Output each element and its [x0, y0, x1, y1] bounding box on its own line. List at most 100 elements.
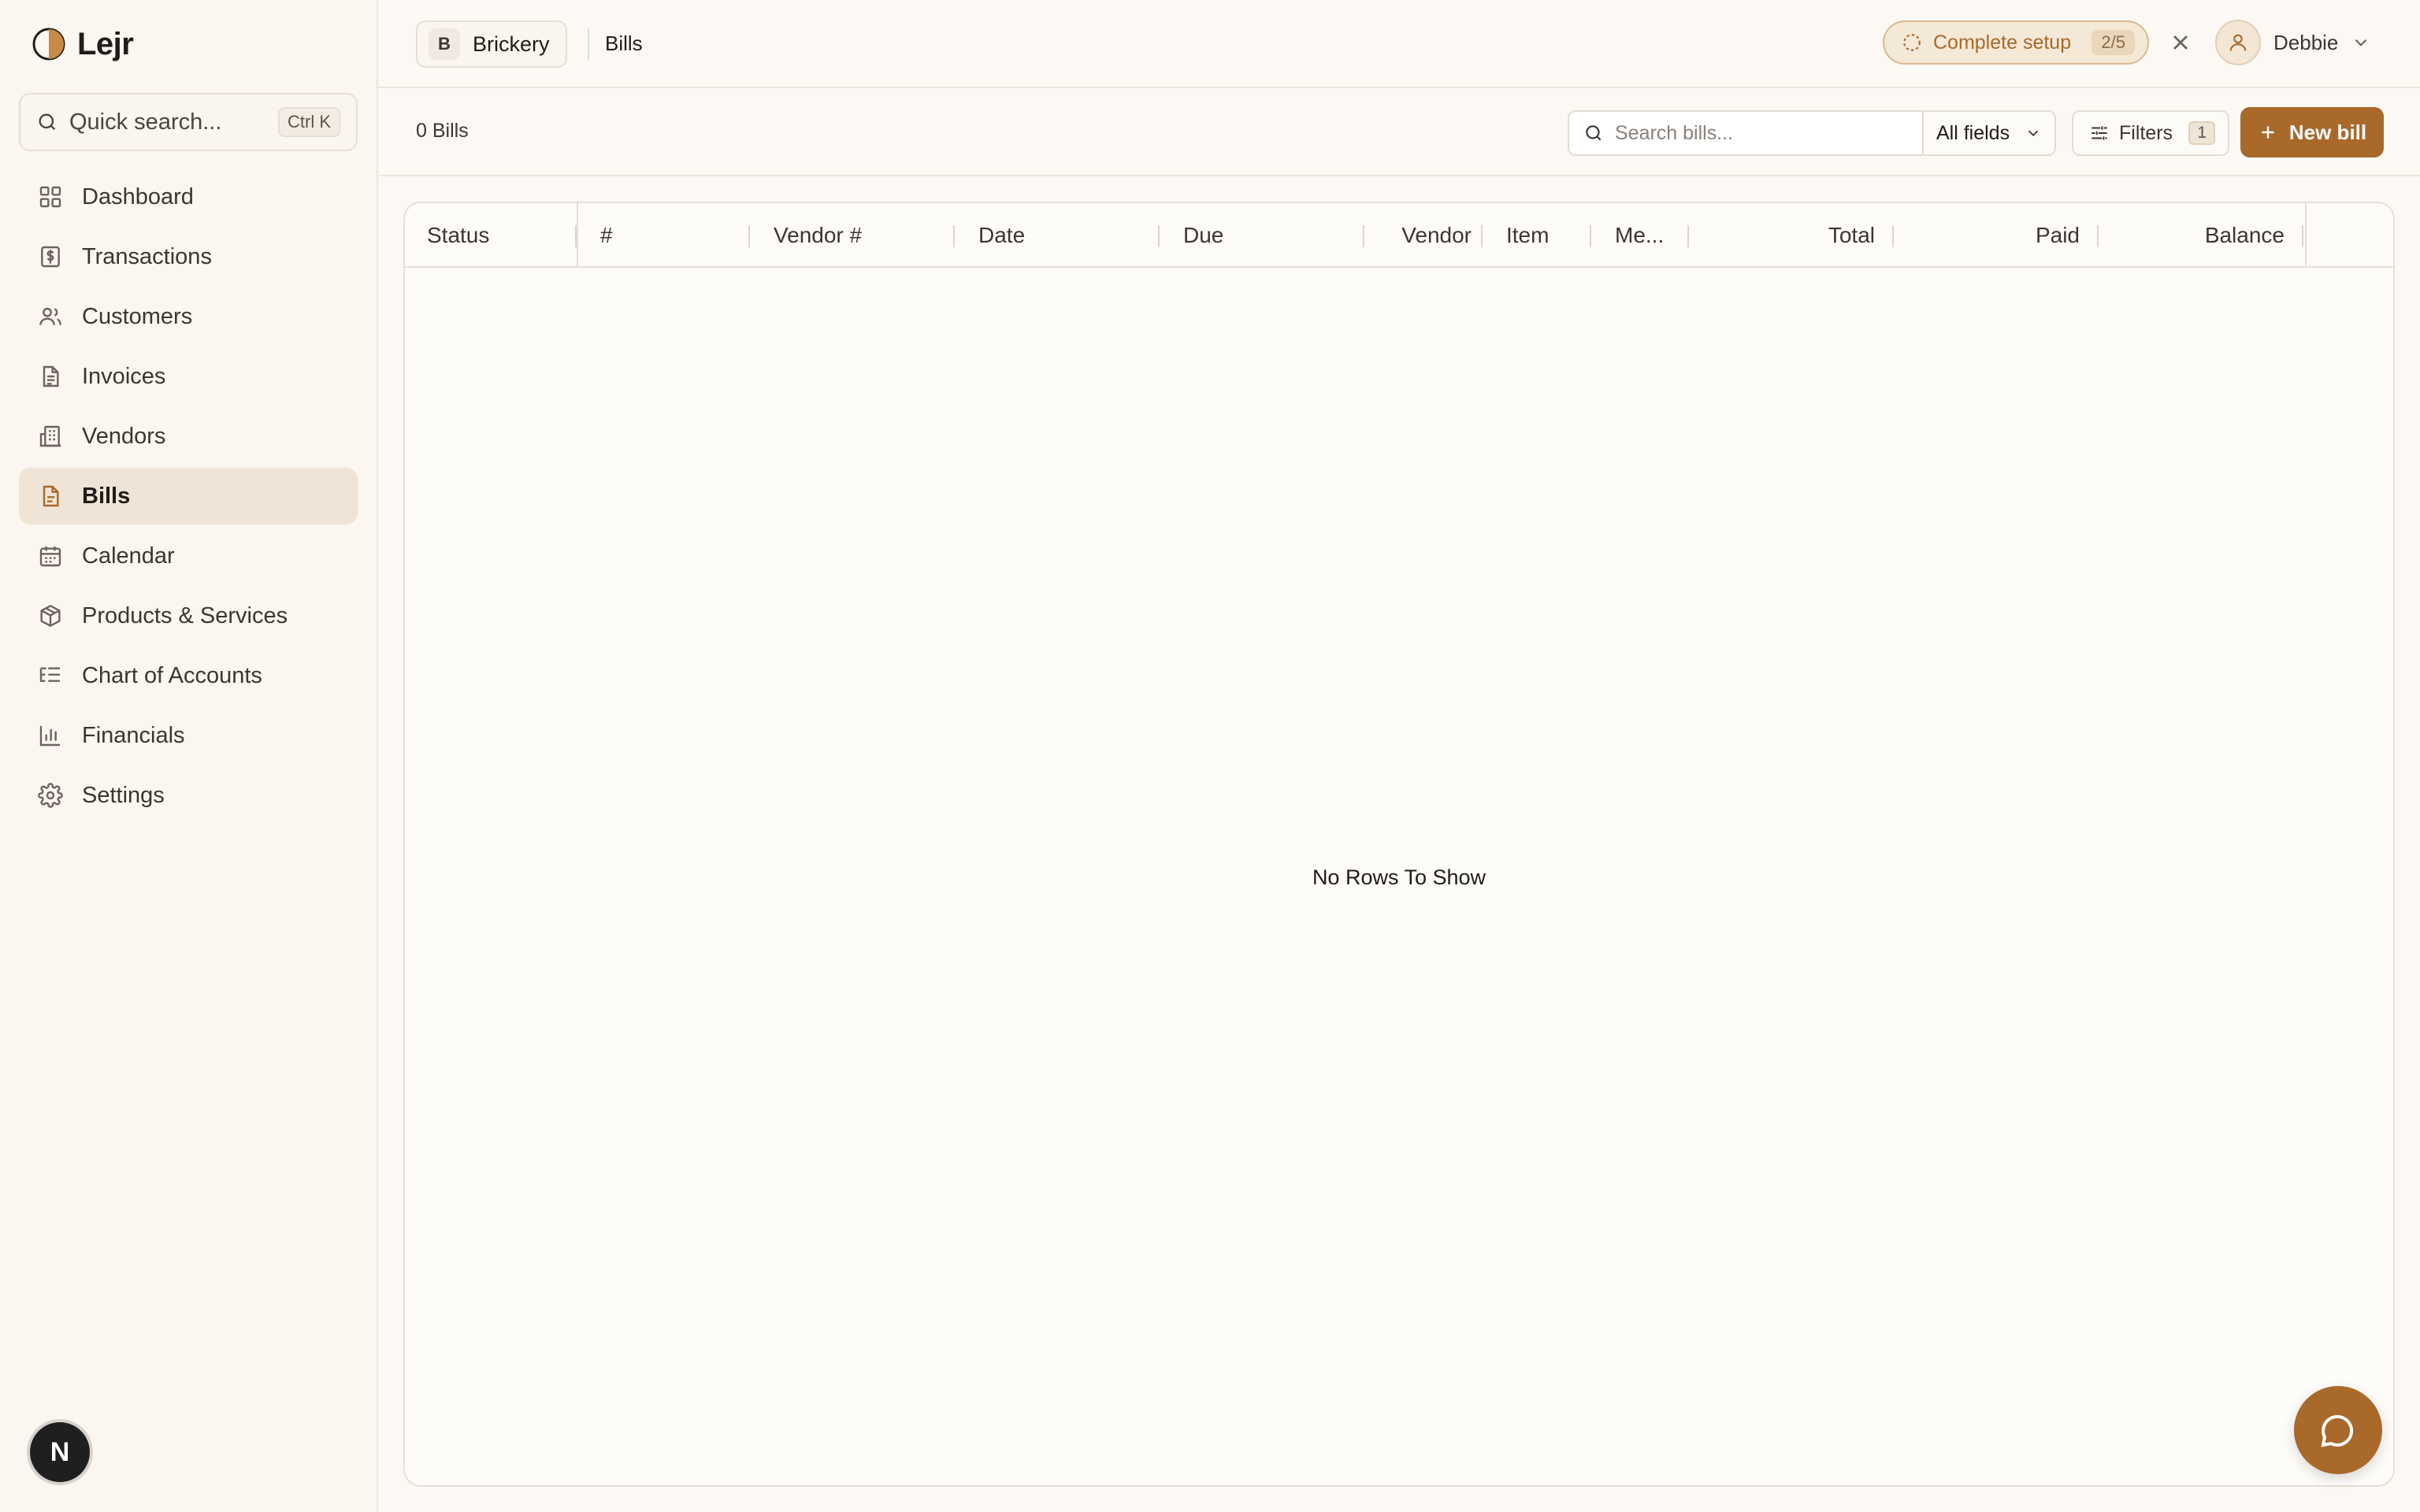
- column-label: Item: [1506, 223, 1550, 247]
- filters-label: Filters: [2119, 121, 2173, 144]
- gear-icon: [38, 783, 63, 808]
- shortcut-badge: Ctrl K: [278, 107, 340, 137]
- grid-icon: [39, 186, 61, 208]
- sidebar-item-label: Calendar: [82, 543, 175, 569]
- column-resize-handle[interactable]: [1892, 225, 1894, 247]
- table-header: Status # Vendor # Date Due Vendor Item M…: [405, 203, 2393, 268]
- chevron-down-icon: [2028, 130, 2039, 137]
- sidebar: Lejr Quick search... Ctrl K Dashboard Tr…: [0, 0, 378, 1512]
- sidebar-item-vendors[interactable]: Vendors: [19, 408, 358, 465]
- bills-toolbar: 0 Bills Search bills... All fields Filte…: [378, 88, 2420, 176]
- sidebar-item-calendar[interactable]: Calendar: [19, 528, 358, 584]
- column-header-date[interactable]: Date: [978, 203, 1152, 268]
- sidebar-nav: Dashboard Transactions Customers Invoice…: [19, 169, 358, 827]
- bar-chart-icon: [39, 726, 60, 747]
- sidebar-item-chart-of-accounts[interactable]: Chart of Accounts: [19, 647, 358, 704]
- column-header-number[interactable]: #: [600, 203, 742, 268]
- sidebar-item-customers[interactable]: Customers: [19, 288, 358, 345]
- column-resize-handle[interactable]: [748, 225, 750, 247]
- filters-count-badge: 1: [2188, 121, 2215, 145]
- avatar: [2215, 20, 2261, 65]
- bills-search-input[interactable]: Search bills...: [1569, 112, 1924, 154]
- user-icon: [2229, 34, 2247, 51]
- breadcrumb-separator: [588, 28, 589, 60]
- setup-progress-badge: 2/5: [2092, 30, 2135, 55]
- sidebar-item-label: Vendors: [82, 423, 166, 449]
- logo-icon: [32, 28, 65, 61]
- close-icon[interactable]: [2168, 30, 2193, 55]
- column-label: Due: [1183, 223, 1224, 247]
- column-resize-handle[interactable]: [1481, 225, 1483, 247]
- chevron-down-icon: [2355, 39, 2367, 46]
- column-label: Total: [1828, 223, 1875, 247]
- list-tree-icon: [39, 667, 60, 682]
- column-label: #: [600, 223, 613, 247]
- column-header-item[interactable]: Item: [1506, 203, 1593, 268]
- progress-ring-icon: [1903, 34, 1921, 51]
- column-label: Status: [427, 223, 490, 247]
- sidebar-item-label: Settings: [82, 782, 165, 808]
- workspace-initial: B: [429, 28, 460, 60]
- search-icon: [39, 113, 56, 131]
- sidebar-item-invoices[interactable]: Invoices: [19, 348, 358, 405]
- sidebar-item-label: Products & Services: [82, 602, 288, 628]
- column-resize-handle[interactable]: [2302, 225, 2303, 247]
- sidebar-item-label: Bills: [82, 483, 131, 509]
- app-name: Lejr: [77, 26, 134, 61]
- user-menu[interactable]: Debbie: [2215, 19, 2371, 66]
- column-header-vendor-number[interactable]: Vendor #: [774, 203, 947, 268]
- column-label: Vendor #: [774, 223, 863, 247]
- column-header-vendor[interactable]: Vendor: [1364, 203, 1472, 268]
- column-label: Date: [978, 223, 1026, 247]
- column-header-status[interactable]: Status: [427, 203, 569, 268]
- bills-search-group: Search bills... All fields: [1568, 110, 2056, 156]
- sidebar-item-label: Transactions: [82, 243, 212, 269]
- column-header-total[interactable]: Total: [1697, 203, 1875, 268]
- column-header-balance[interactable]: Balance: [2106, 203, 2285, 268]
- search-icon: [1586, 125, 1602, 141]
- setup-label: Complete setup: [1933, 31, 2072, 54]
- sidebar-item-products-services[interactable]: Products & Services: [19, 587, 358, 644]
- chat-button[interactable]: [2294, 1386, 2382, 1474]
- pinned-column-divider: [2305, 203, 2307, 268]
- bills-search-placeholder: Search bills...: [1615, 121, 1734, 144]
- sidebar-item-dashboard[interactable]: Dashboard: [19, 169, 358, 225]
- chat-bubble-icon: [2321, 1414, 2354, 1447]
- new-bill-button[interactable]: New bill: [2240, 107, 2384, 158]
- column-header-paid[interactable]: Paid: [1902, 203, 2080, 268]
- sidebar-item-label: Chart of Accounts: [82, 662, 262, 688]
- search-field-select[interactable]: All fields: [1924, 112, 2054, 154]
- calendar-icon: [39, 547, 61, 567]
- workspace-switcher[interactable]: B Brickery: [416, 20, 567, 68]
- dev-avatar[interactable]: N: [30, 1422, 90, 1482]
- sidebar-item-settings[interactable]: Settings: [19, 767, 358, 824]
- new-bill-label: New bill: [2288, 120, 2367, 144]
- sidebar-item-bills[interactable]: Bills: [19, 468, 358, 524]
- column-resize-handle[interactable]: [1158, 225, 1160, 247]
- plus-icon: [2262, 126, 2274, 139]
- column-label: Me...: [1615, 223, 1665, 247]
- workspace-name: Brickery: [473, 32, 550, 56]
- quick-search[interactable]: Quick search... Ctrl K: [19, 93, 358, 151]
- search-field-value: All fields: [1936, 121, 2010, 144]
- column-label: Vendor: [1401, 223, 1472, 247]
- column-header-due[interactable]: Due: [1183, 203, 1357, 268]
- sidebar-item-label: Dashboard: [82, 183, 194, 209]
- filters-button[interactable]: Filters 1: [2072, 110, 2229, 156]
- sidebar-item-financials[interactable]: Financials: [19, 707, 358, 764]
- dollar-receipt-icon: [41, 246, 60, 268]
- column-resize-handle[interactable]: [2097, 225, 2099, 247]
- app-root: Lejr Quick search... Ctrl K Dashboard Tr…: [0, 0, 2420, 1512]
- sliders-icon: [2092, 126, 2107, 140]
- column-resize-handle[interactable]: [1687, 225, 1689, 247]
- complete-setup-button[interactable]: Complete setup 2/5: [1883, 20, 2149, 65]
- column-resize-handle[interactable]: [953, 225, 955, 247]
- empty-state-message: No Rows To Show: [1312, 865, 1487, 889]
- quick-search-placeholder: Quick search...: [69, 109, 222, 135]
- bill-icon: [43, 485, 59, 507]
- user-name: Debbie: [2273, 30, 2339, 54]
- column-label: Balance: [2204, 223, 2285, 247]
- brand[interactable]: Lejr: [32, 24, 134, 65]
- column-resize-handle[interactable]: [1590, 225, 1591, 247]
- sidebar-item-transactions[interactable]: Transactions: [19, 228, 358, 285]
